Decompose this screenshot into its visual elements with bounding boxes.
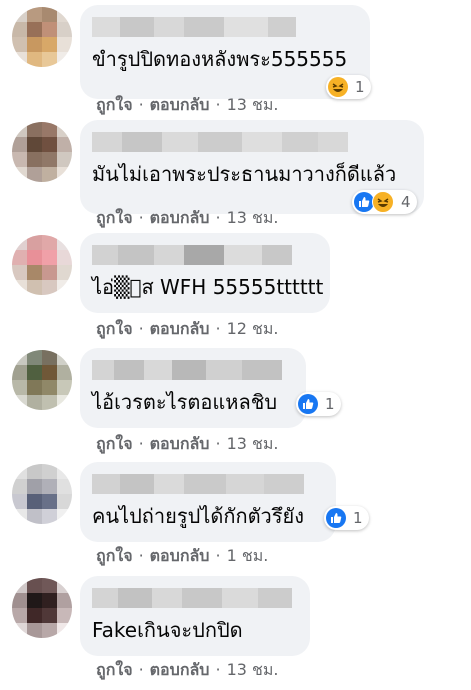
comment-actions: ถูกใจ · ตอบกลับ · 13 ชม. xyxy=(96,206,279,231)
reaction-count: 1 xyxy=(325,395,335,413)
blurred-commenter-name[interactable] xyxy=(92,474,304,494)
comment-item: Fakeเกินจะปกปิด ถูกใจ · ตอบกลับ · 13 ชม. xyxy=(0,576,471,690)
blurred-commenter-name[interactable] xyxy=(92,132,348,152)
separator-dot: · xyxy=(215,95,221,114)
reaction-count: 4 xyxy=(401,193,411,211)
blurred-commenter-name[interactable] xyxy=(92,17,296,37)
like-icon xyxy=(354,192,374,212)
reaction-count: 1 xyxy=(353,509,363,527)
like-link[interactable]: ถูกใจ xyxy=(96,660,133,679)
like-icon xyxy=(298,394,318,414)
separator-dot: · xyxy=(215,319,221,338)
comment-item: ขำรูปปิดทองหลังพระ555555 1 ถูกใจ · ตอบกลับ… xyxy=(0,5,471,119)
timestamp[interactable]: 13 ชม. xyxy=(227,208,279,227)
reply-link[interactable]: ตอบกลับ xyxy=(150,208,210,227)
like-icon xyxy=(326,508,346,528)
reply-link[interactable]: ตอบกลับ xyxy=(150,434,210,453)
reply-link[interactable]: ตอบกลับ xyxy=(150,319,210,338)
avatar[interactable] xyxy=(12,122,72,182)
timestamp[interactable]: 12 ชม. xyxy=(227,319,279,338)
comment-item: คนไปถ่ายรูปได้กักตัวรึยัง 1 ถูกใจ · ตอบกลั… xyxy=(0,462,471,576)
avatar[interactable] xyxy=(12,578,72,638)
comment-text: ไอ่▒ัส WFH 55555tttttt xyxy=(92,275,324,299)
avatar[interactable] xyxy=(12,350,72,410)
comment-text: Fakeเกินจะปกปิด xyxy=(92,618,243,642)
separator-dot: · xyxy=(138,319,144,338)
reply-link[interactable]: ตอบกลับ xyxy=(150,95,210,114)
reply-link[interactable]: ตอบกลับ xyxy=(150,660,210,679)
comment-actions: ถูกใจ · ตอบกลับ · 1 ชม. xyxy=(96,544,268,569)
comment-actions: ถูกใจ · ตอบกลับ · 12 ชม. xyxy=(96,317,279,342)
comment-bubble: ไอ่▒ัส WFH 55555tttttt xyxy=(80,233,330,313)
reaction-summary[interactable]: 1 xyxy=(324,506,369,530)
timestamp[interactable]: 1 ชม. xyxy=(227,546,269,565)
timestamp[interactable]: 13 ชม. xyxy=(227,660,279,679)
reaction-summary[interactable]: 1 xyxy=(326,75,371,99)
comment-bubble: Fakeเกินจะปกปิด xyxy=(80,576,310,656)
separator-dot: · xyxy=(215,660,221,679)
comment-text: คนไปถ่ายรูปได้กักตัวรึยัง xyxy=(92,504,305,528)
avatar[interactable] xyxy=(12,7,72,67)
reaction-summary[interactable]: 1 xyxy=(296,392,341,416)
comment-actions: ถูกใจ · ตอบกลับ · 13 ชม. xyxy=(96,432,279,457)
separator-dot: · xyxy=(138,546,144,565)
like-link[interactable]: ถูกใจ xyxy=(96,434,133,453)
timestamp[interactable]: 13 ชม. xyxy=(227,434,279,453)
separator-dot: · xyxy=(215,546,221,565)
separator-dot: · xyxy=(138,660,144,679)
blurred-commenter-name[interactable] xyxy=(92,245,292,265)
avatar[interactable] xyxy=(12,464,72,524)
haha-icon xyxy=(328,77,348,97)
reply-link[interactable]: ตอบกลับ xyxy=(150,546,210,565)
comment-actions: ถูกใจ · ตอบกลับ · 13 ชม. xyxy=(96,93,279,118)
separator-dot: · xyxy=(215,208,221,227)
haha-icon xyxy=(372,191,394,213)
comment-bubble: คนไปถ่ายรูปได้กักตัวรึยัง xyxy=(80,462,336,542)
like-link[interactable]: ถูกใจ xyxy=(96,95,133,114)
separator-dot: · xyxy=(138,434,144,453)
separator-dot: · xyxy=(215,434,221,453)
like-link[interactable]: ถูกใจ xyxy=(96,546,133,565)
blurred-commenter-name[interactable] xyxy=(92,588,292,608)
like-link[interactable]: ถูกใจ xyxy=(96,319,133,338)
separator-dot: · xyxy=(138,208,144,227)
comment-item: ไอ้เวรตะไรตอแหลชิบ 1 ถูกใจ · ตอบกลับ · 13 ชม… xyxy=(0,348,471,462)
comment-item: ไอ่▒ัส WFH 55555tttttt ถูกใจ · ตอบกลับ · 12 … xyxy=(0,233,471,347)
comment-text: มันไม่เอาพระประธานมาวางก็ดีแล้ว xyxy=(92,162,397,186)
comment-item: มันไม่เอาพระประธานมาวางก็ดีแล้ว 4 ถูกใจ ·… xyxy=(0,120,471,234)
blurred-commenter-name[interactable] xyxy=(92,360,282,380)
timestamp[interactable]: 13 ชม. xyxy=(227,95,279,114)
reaction-summary[interactable]: 4 xyxy=(352,190,417,214)
reaction-count: 1 xyxy=(355,78,365,96)
separator-dot: · xyxy=(138,95,144,114)
comment-text: ไอ้เวรตะไรตอแหลชิบ xyxy=(92,390,278,414)
avatar[interactable] xyxy=(12,235,72,295)
comment-bubble: ไอ้เวรตะไรตอแหลชิบ xyxy=(80,348,306,428)
like-link[interactable]: ถูกใจ xyxy=(96,208,133,227)
comment-text: ขำรูปปิดทองหลังพระ555555 xyxy=(92,47,348,71)
comment-actions: ถูกใจ · ตอบกลับ · 13 ชม. xyxy=(96,658,279,683)
